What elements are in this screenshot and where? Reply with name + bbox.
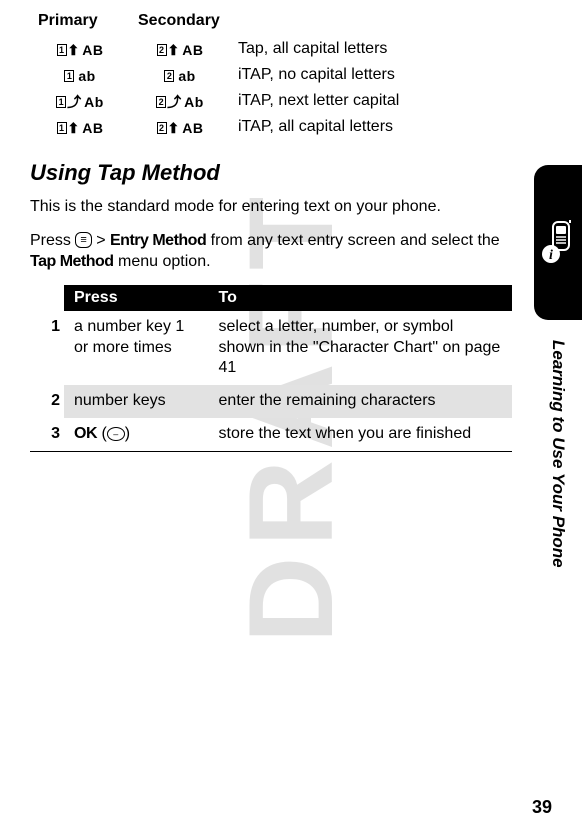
mode-icon: 2⬆AB	[157, 120, 204, 136]
svg-text:i: i	[549, 248, 553, 263]
mode-icon: 1⬆AB	[57, 42, 104, 58]
softkey-icon: –	[107, 427, 125, 441]
phone-info-icon: i	[541, 220, 575, 266]
col-secondary: Secondary	[130, 10, 230, 36]
table-row: 2 number keys enter the remaining charac…	[30, 385, 512, 418]
mode-icon: 1ab	[64, 68, 95, 84]
mode-desc: Tap, all capital letters	[230, 36, 512, 62]
page-number: 39	[532, 797, 552, 818]
mode-icon: 2⬆AB	[157, 42, 204, 58]
mode-icon: 2ab	[164, 68, 195, 84]
col-primary: Primary	[30, 10, 130, 36]
mode-desc: iTAP, all capital letters	[230, 114, 512, 140]
text-modes-table: Primary Secondary 1⬆AB 2⬆AB Tap, all cap…	[30, 10, 512, 140]
table-row: 1 a number key 1 or more times select a …	[30, 311, 512, 385]
table-row: 3 OK (–) store the text when you are fin…	[30, 418, 512, 451]
mode-desc: iTAP, no capital letters	[230, 62, 512, 88]
instructions-table: Press To 1 a number key 1 or more times …	[30, 285, 512, 452]
mode-icon: 1⬆AB	[57, 120, 104, 136]
press-paragraph: Press ≡ > Entry Method from any text ent…	[30, 230, 512, 273]
menu-key-icon: ≡	[75, 232, 91, 248]
col-press: Press	[64, 285, 209, 311]
side-section-label: Learning to Use Your Phone	[548, 340, 568, 568]
mode-icon: 2⤴Ab	[156, 94, 204, 110]
section-heading: Using Tap Method	[30, 160, 512, 186]
col-to: To	[209, 285, 512, 311]
mode-icon: 1⤴Ab	[56, 94, 104, 110]
side-tab: i	[534, 165, 582, 320]
mode-desc: iTAP, next letter capital	[230, 88, 512, 114]
intro-paragraph: This is the standard mode for entering t…	[30, 196, 512, 218]
